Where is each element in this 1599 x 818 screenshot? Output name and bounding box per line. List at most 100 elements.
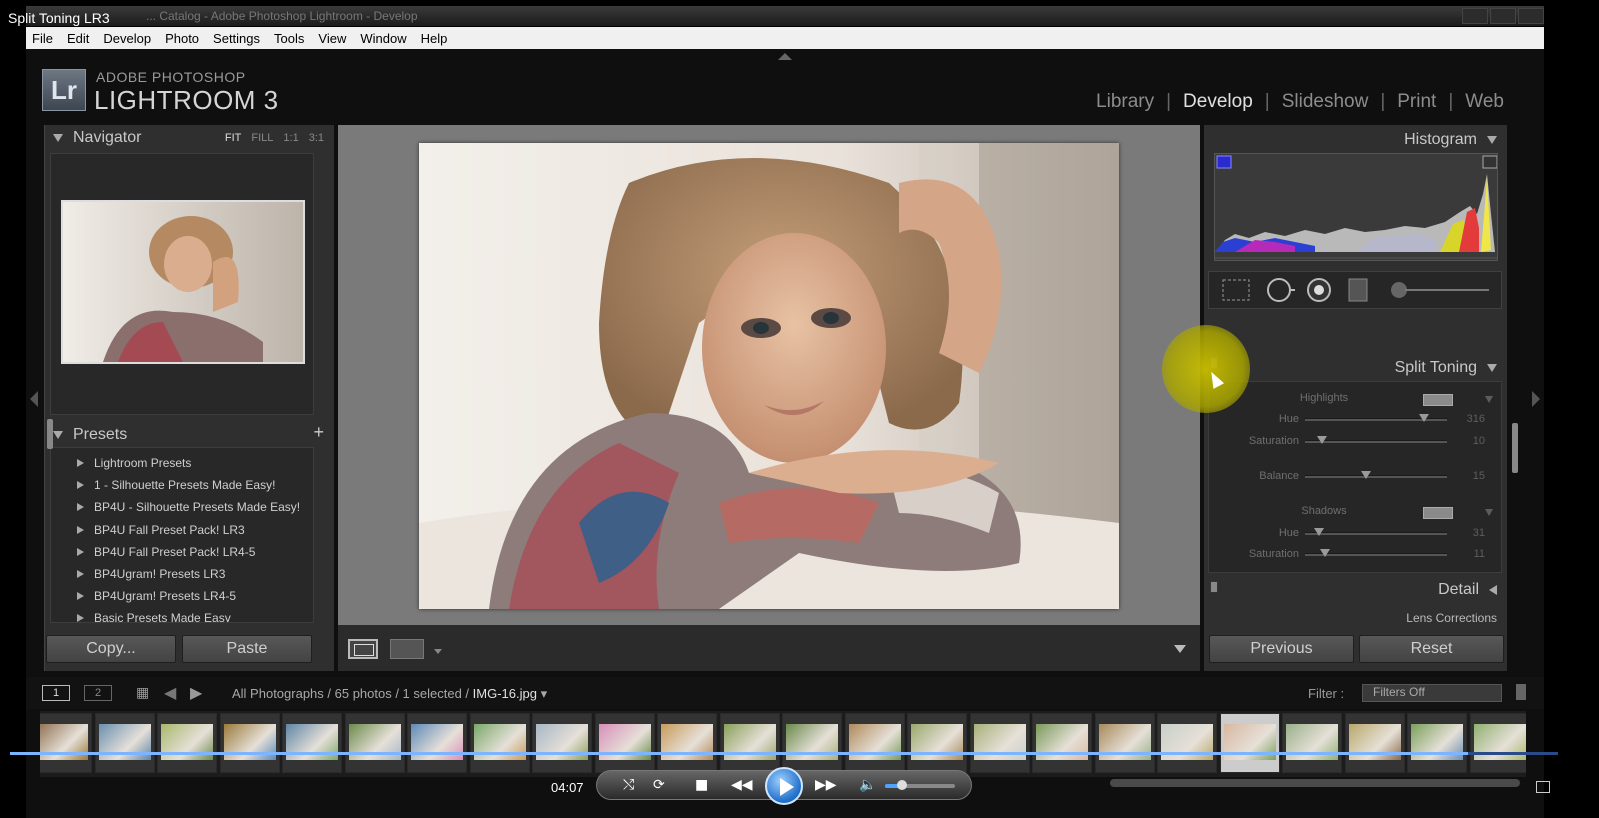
highlight-clipping-indicator[interactable] xyxy=(1482,155,1497,169)
back-arrow-icon[interactable]: ◀ xyxy=(164,683,176,702)
menu-tools[interactable]: Tools xyxy=(274,31,304,46)
slider-thumb[interactable] xyxy=(1319,549,1330,557)
detail-switch[interactable] xyxy=(1210,581,1218,593)
menu-window[interactable]: Window xyxy=(360,31,406,46)
module-print[interactable]: Print xyxy=(1397,91,1436,113)
volume-slider[interactable] xyxy=(885,780,955,790)
filmstrip-thumbnail[interactable] xyxy=(1282,713,1342,773)
spot-removal-icon[interactable] xyxy=(1267,278,1295,302)
module-library[interactable]: Library xyxy=(1096,91,1154,113)
crop-overlay-icon[interactable] xyxy=(1222,279,1250,301)
shadows-expand-icon[interactable] xyxy=(1485,509,1493,516)
module-develop[interactable]: Develop xyxy=(1183,91,1253,113)
menu-file[interactable]: File xyxy=(32,31,53,46)
filmstrip-thumbnail[interactable] xyxy=(219,713,280,773)
filter-lock-icon[interactable] xyxy=(1516,684,1526,700)
highlights-expand-icon[interactable] xyxy=(1485,396,1493,403)
shadows-saturation-value[interactable]: 11 xyxy=(1455,548,1485,560)
filmstrip-thumbnail[interactable] xyxy=(94,713,155,773)
video-progress-bar[interactable] xyxy=(10,752,1558,755)
filmstrip-thumbnail[interactable] xyxy=(719,713,780,773)
detail-header[interactable]: Detail xyxy=(1438,581,1497,599)
video-seek-track[interactable] xyxy=(1110,779,1520,787)
toolbar-content-menu-icon[interactable] xyxy=(1174,645,1186,653)
right-panel-scrollbar[interactable] xyxy=(1512,423,1518,473)
fast-forward-icon[interactable]: ▶▶ xyxy=(815,777,837,793)
previous-button[interactable]: Previous xyxy=(1209,635,1354,663)
filmstrip-thumbnail[interactable] xyxy=(844,713,905,773)
filmstrip-thumbnail[interactable] xyxy=(532,713,592,773)
secondary-window-button[interactable]: 2 xyxy=(84,685,112,701)
copy-button[interactable]: Copy... xyxy=(46,635,176,663)
filmstrip-thumbnail[interactable] xyxy=(1094,713,1155,773)
paste-button[interactable]: Paste xyxy=(182,635,312,663)
stop-icon[interactable]: ■ xyxy=(695,777,708,793)
shuffle-icon[interactable]: ⤭ xyxy=(623,777,634,793)
filmstrip-thumbnail[interactable] xyxy=(1469,713,1526,773)
primary-window-button[interactable]: 1 xyxy=(42,685,70,701)
highlights-color-swatch[interactable] xyxy=(1423,394,1453,406)
module-slideshow[interactable]: Slideshow xyxy=(1282,91,1369,113)
slider-thumb[interactable] xyxy=(1314,528,1325,536)
reset-button[interactable]: Reset xyxy=(1359,635,1504,663)
shadows-color-swatch[interactable] xyxy=(1423,507,1453,519)
shadow-clipping-indicator[interactable] xyxy=(1216,155,1232,169)
filmstrip-thumbnail[interactable] xyxy=(1344,713,1405,773)
filmstrip-thumbnail[interactable] xyxy=(40,713,92,773)
navigator-thumbnail[interactable] xyxy=(61,200,305,364)
filmstrip-thumbnail[interactable] xyxy=(907,713,967,773)
preset-folder[interactable]: BP4U Fall Preset Pack! LR4-5 xyxy=(51,541,313,563)
before-after-dropdown-icon[interactable] xyxy=(434,649,442,654)
preset-folder[interactable]: BP4U Fall Preset Pack! LR3 xyxy=(51,519,313,541)
lens-corrections-header[interactable]: Lens Corrections xyxy=(1406,613,1497,623)
play-button[interactable] xyxy=(765,767,803,805)
filmstrip-thumbnail[interactable] xyxy=(344,713,405,773)
zoom-fill[interactable]: FILL xyxy=(251,132,273,144)
shadows-hue-value[interactable]: 31 xyxy=(1455,527,1485,539)
rewind-icon[interactable]: ◀◀ xyxy=(731,777,753,793)
histogram-header[interactable]: Histogram xyxy=(1404,131,1497,149)
shadows-hue-slider[interactable] xyxy=(1305,528,1447,536)
histogram-graph[interactable] xyxy=(1214,153,1498,261)
maximize-button[interactable] xyxy=(1490,8,1516,24)
menu-settings[interactable]: Settings xyxy=(213,31,260,46)
preset-folder[interactable]: Lightroom Presets xyxy=(51,452,313,474)
filmstrip-thumbnail[interactable] xyxy=(969,713,1030,773)
navigator-preview-area[interactable] xyxy=(50,153,314,415)
filmstrip-thumbnail[interactable] xyxy=(1219,713,1280,773)
loupe-view-icon[interactable] xyxy=(348,639,378,659)
volume-knob[interactable] xyxy=(897,780,907,790)
filter-select[interactable]: Filters Off xyxy=(1362,684,1502,702)
filmstrip-thumbnail[interactable] xyxy=(407,713,467,773)
highlights-saturation-slider[interactable] xyxy=(1305,436,1447,444)
left-panel-scrollbar[interactable] xyxy=(47,419,53,449)
slider-thumb[interactable] xyxy=(1419,414,1430,422)
zoom-3-1[interactable]: 3:1 xyxy=(309,132,324,144)
fullscreen-icon[interactable] xyxy=(1536,781,1550,793)
close-button[interactable] xyxy=(1518,8,1544,24)
repeat-icon[interactable]: ⟳ xyxy=(653,777,665,793)
menu-photo[interactable]: Photo xyxy=(165,31,199,46)
filmstrip-thumbnail[interactable] xyxy=(657,713,717,773)
presets-header[interactable]: Presets xyxy=(45,422,334,448)
filmstrip-thumbnail[interactable] xyxy=(157,713,217,773)
filmstrip-thumbnail[interactable] xyxy=(282,713,342,773)
minimize-button[interactable] xyxy=(1462,8,1488,24)
before-after-view-icon[interactable] xyxy=(390,639,424,659)
graduated-filter-icon[interactable] xyxy=(1348,278,1368,302)
filmstrip-thumbnail[interactable] xyxy=(594,713,655,773)
module-web[interactable]: Web xyxy=(1465,91,1504,113)
balance-slider[interactable] xyxy=(1305,471,1447,479)
forward-arrow-icon[interactable]: ▶ xyxy=(190,683,202,702)
highlights-hue-value[interactable]: 316 xyxy=(1455,413,1485,425)
adjustment-brush-icon[interactable] xyxy=(1391,282,1489,298)
filmstrip-thumbnail[interactable] xyxy=(1407,713,1467,773)
zoom-fit[interactable]: FIT xyxy=(225,132,242,144)
filmstrip-thumbnail[interactable] xyxy=(782,713,842,773)
menu-view[interactable]: View xyxy=(318,31,346,46)
slider-thumb[interactable] xyxy=(1361,471,1372,479)
preset-folder[interactable]: Basic Presets Made Easy xyxy=(51,607,313,622)
menu-edit[interactable]: Edit xyxy=(67,31,89,46)
highlights-saturation-value[interactable]: 10 xyxy=(1455,435,1485,447)
preset-folder[interactable]: BP4Ugram! Presets LR3 xyxy=(51,563,313,585)
